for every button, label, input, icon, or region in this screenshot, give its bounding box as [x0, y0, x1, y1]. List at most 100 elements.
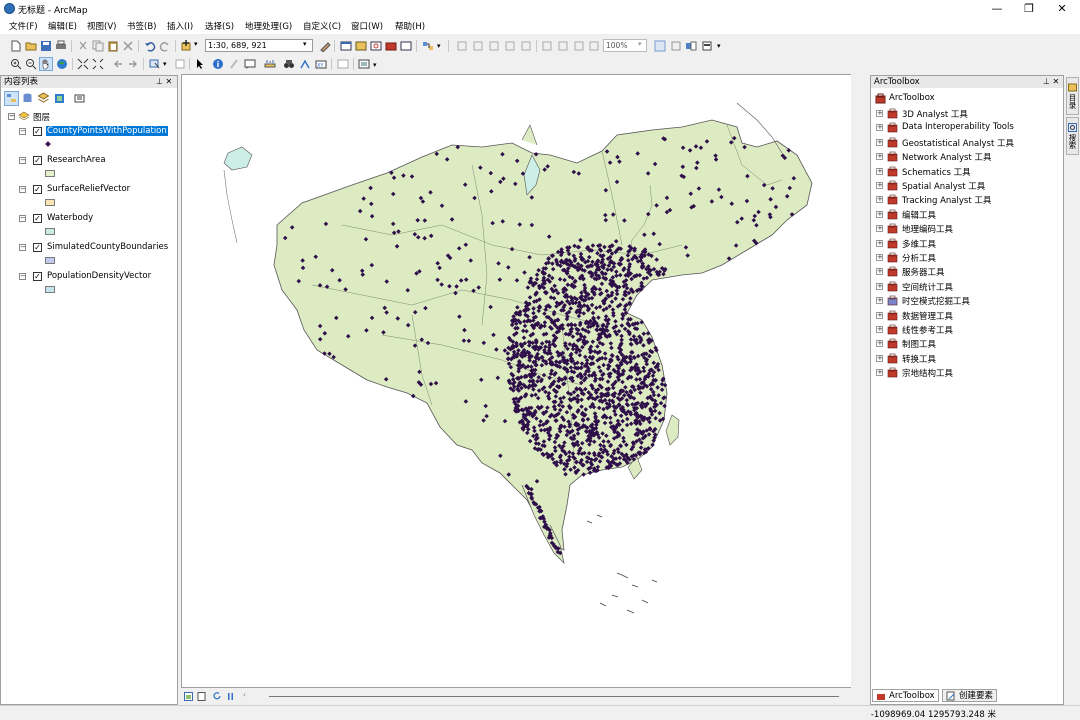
toc-layer-row[interactable]: − ✓ SimulatedCountyBoundaries [1, 241, 177, 255]
pan-hand-icon[interactable] [39, 57, 53, 71]
toolbox-item[interactable]: + Network Analyst 工具 [871, 150, 1061, 164]
layer-name[interactable]: Waterbody [46, 213, 94, 223]
zoom-out-icon[interactable] [25, 58, 37, 70]
toolbox-expand-toggle[interactable]: + [876, 153, 883, 161]
clear-selection-icon[interactable] [174, 58, 186, 70]
toolbox-expand-toggle[interactable]: + [876, 354, 883, 362]
list-by-selection-icon[interactable] [53, 92, 66, 105]
layer-name[interactable]: PopulationDensityVector [46, 271, 152, 281]
toc-panel-pin-close-icons[interactable]: ⊥ ✕ [156, 76, 172, 88]
go-back-extent-icon[interactable] [573, 40, 585, 52]
toc-options-icon[interactable] [73, 92, 86, 105]
layout-zoom-out-icon[interactable] [472, 40, 484, 52]
layer-visibility-checkbox[interactable]: ✓ [33, 214, 42, 223]
layer-visibility-checkbox[interactable]: ✓ [33, 156, 42, 165]
toolbox-expand-toggle[interactable]: + [876, 268, 883, 276]
menu-selection[interactable]: 选择(S) [205, 20, 234, 32]
layer-collapse-toggle[interactable]: − [19, 157, 26, 164]
toolbox-item[interactable]: + 空间统计工具 [871, 280, 1061, 294]
toolbox-expand-toggle[interactable]: + [876, 124, 883, 132]
layout-view-icon[interactable] [197, 692, 206, 701]
minimize-button[interactable]: — [980, 0, 1014, 18]
back-extent-icon[interactable] [112, 58, 124, 70]
menu-edit[interactable]: 编辑(E) [48, 20, 77, 32]
python-window-icon[interactable] [400, 40, 412, 52]
print-icon[interactable] [55, 40, 67, 52]
data-driven-pages-icon[interactable] [701, 40, 713, 52]
add-data-dropdown-icon[interactable]: ▾ [194, 40, 198, 48]
toolbox-expand-toggle[interactable]: + [876, 239, 883, 247]
map-data-view[interactable] [181, 74, 861, 688]
maximize-button[interactable]: ❐ [1012, 0, 1046, 18]
toolbox-item[interactable]: + 地理编码工具 [871, 222, 1061, 236]
menu-help[interactable]: 帮助(H) [395, 20, 425, 32]
layer-visibility-checkbox[interactable]: ✓ [33, 185, 42, 194]
toolbox-item[interactable]: + 分析工具 [871, 251, 1061, 265]
fixed-zoom-in-arrows-icon[interactable] [77, 58, 89, 70]
side-tab-catalog[interactable]: 目录 [1066, 77, 1079, 115]
zoom-in-icon[interactable] [10, 58, 22, 70]
pause-drawing-icon[interactable] [226, 692, 235, 701]
add-data-icon[interactable] [180, 40, 192, 52]
layer-visibility-checkbox[interactable]: ✓ [33, 272, 42, 281]
arctoolbox-window-icon[interactable] [385, 40, 397, 52]
new-document-icon[interactable] [10, 40, 22, 52]
data-view-icon[interactable] [184, 692, 193, 701]
map-horizontal-scrollbar[interactable] [269, 696, 839, 697]
toolbox-expand-toggle[interactable]: + [876, 196, 883, 204]
select-dropdown-icon[interactable]: ▾ [163, 60, 167, 68]
toolbox-item[interactable]: + 数据管理工具 [871, 309, 1061, 323]
copy-icon[interactable] [92, 40, 104, 52]
save-icon[interactable] [40, 40, 52, 52]
toolbox-item[interactable]: + Tracking Analyst 工具 [871, 193, 1061, 207]
focus-data-frame-icon[interactable] [670, 40, 682, 52]
layer-name[interactable]: SimulatedCountyBoundaries [46, 242, 169, 252]
toolbox-expand-toggle[interactable]: + [876, 311, 883, 319]
model-builder-icon[interactable] [422, 40, 434, 52]
tools-toolbar-options-icon[interactable]: ▾ [373, 61, 377, 69]
toc-layer-row[interactable]: − ✓ CountyPointsWithPopulation [1, 125, 177, 139]
toolbox-item[interactable]: + 转换工具 [871, 352, 1061, 366]
layers-collapse-toggle[interactable]: − [8, 113, 15, 120]
toolbox-expand-toggle[interactable]: + [876, 254, 883, 261]
fixed-zoom-in-icon[interactable] [541, 40, 553, 52]
fixed-zoom-out-arrows-icon[interactable] [92, 58, 104, 70]
paste-icon[interactable] [107, 40, 119, 52]
tab-create-features[interactable]: 创建要素 [942, 689, 998, 702]
toolbox-item[interactable]: + Spatial Analyst 工具 [871, 179, 1061, 193]
change-layout-icon[interactable] [685, 40, 697, 52]
toolbox-item[interactable]: + 服务器工具 [871, 265, 1061, 279]
html-popup-icon[interactable] [244, 58, 256, 70]
forward-extent-icon[interactable] [127, 58, 139, 70]
toggle-draft-mode-icon[interactable] [654, 40, 666, 52]
close-button[interactable]: ✕ [1045, 0, 1079, 18]
toolbox-item[interactable]: + 宗地结构工具 [871, 366, 1061, 380]
toolbox-expand-toggle[interactable]: + [876, 167, 883, 175]
toolbox-expand-toggle[interactable]: + [876, 182, 883, 189]
toolbox-expand-toggle[interactable]: + [876, 369, 883, 377]
create-viewer-window-icon[interactable] [358, 58, 370, 70]
toolbox-item[interactable]: + 制图工具 [871, 337, 1061, 351]
find-route-icon[interactable] [299, 58, 311, 70]
layer-name[interactable]: SurfaceReliefVector [46, 184, 131, 194]
layer-collapse-toggle[interactable]: − [19, 244, 26, 251]
menu-view[interactable]: 视图(V) [87, 20, 116, 32]
arctoolbox-root-label[interactable]: ArcToolbox [889, 93, 935, 103]
redo-icon[interactable] [159, 40, 171, 52]
refresh-icon[interactable] [213, 692, 222, 701]
select-features-icon[interactable] [149, 58, 161, 70]
menu-insert[interactable]: 插入(I) [167, 20, 193, 32]
menu-windows[interactable]: 窗口(W) [351, 20, 383, 32]
toolbox-expand-toggle[interactable]: + [876, 340, 883, 348]
open-folder-icon[interactable] [25, 40, 37, 52]
map-scale-combo[interactable]: 1:30, 689, 921 [205, 39, 313, 52]
side-tab-search[interactable]: 搜索 [1066, 117, 1079, 155]
map-vertical-scrollbar[interactable] [851, 74, 861, 688]
toc-layer-row[interactable]: − ✓ Waterbody [1, 212, 177, 226]
toolbox-item[interactable]: + 多维工具 [871, 237, 1061, 251]
full-extent-globe-icon[interactable] [56, 58, 68, 70]
toolbox-item[interactable]: + 线性参考工具 [871, 323, 1061, 337]
menu-bookmarks[interactable]: 书签(B) [127, 20, 156, 32]
toolbox-expand-toggle[interactable]: + [876, 282, 883, 290]
search-window-icon[interactable] [370, 40, 382, 52]
